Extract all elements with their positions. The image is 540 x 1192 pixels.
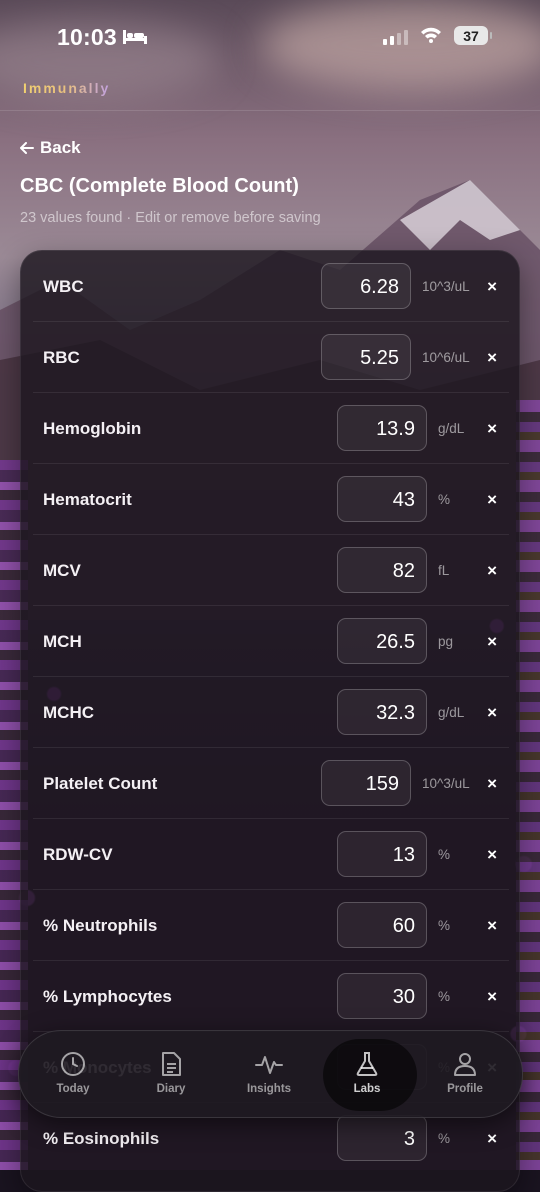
lab-value-row: MCV 82 fL × bbox=[21, 535, 519, 606]
lab-value-unit: 10^6/uL bbox=[422, 350, 470, 365]
tab-labs[interactable]: Labs bbox=[320, 1031, 417, 1117]
sleep-bed-icon bbox=[123, 30, 147, 44]
lab-value-unit: % bbox=[438, 847, 451, 862]
lab-value-unit: 10^3/uL bbox=[422, 776, 470, 791]
lab-value-input[interactable]: 43 bbox=[337, 476, 427, 522]
lab-value-label: Platelet Count bbox=[43, 774, 158, 793]
remove-value-button[interactable]: × bbox=[487, 890, 497, 961]
bottom-tab-bar: Today Diary Insights Labs Profile bbox=[18, 1030, 523, 1118]
lab-value-row: Hemoglobin 13.9 g/dL × bbox=[21, 393, 519, 464]
lab-value-unit: pg bbox=[438, 634, 454, 649]
lab-value-input[interactable]: 60 bbox=[337, 902, 427, 948]
lab-value-input[interactable]: 3 bbox=[337, 1115, 427, 1161]
lab-value-input[interactable]: 6.28 bbox=[321, 263, 411, 309]
lab-value-input[interactable]: 26.5 bbox=[337, 618, 427, 664]
lab-value-row: WBC 6.28 10^3/uL × bbox=[21, 251, 519, 322]
remove-value-button[interactable]: × bbox=[487, 748, 497, 819]
lab-value-input[interactable]: 13 bbox=[337, 831, 427, 877]
lab-value-row: MCHC 32.3 g/dL × bbox=[21, 677, 519, 748]
battery-indicator: 37 bbox=[454, 26, 492, 45]
lab-value-row: RBC 5.25 10^6/uL × bbox=[21, 322, 519, 393]
arrow-left-icon bbox=[20, 142, 34, 154]
header-divider bbox=[0, 110, 540, 111]
remove-value-button[interactable]: × bbox=[487, 322, 497, 393]
tab-label: Diary bbox=[156, 1083, 186, 1095]
remove-value-button[interactable]: × bbox=[487, 961, 497, 1032]
tab-label: Labs bbox=[353, 1083, 381, 1095]
page-title: CBC (Complete Blood Count) bbox=[20, 175, 299, 197]
lab-value-label: Hematocrit bbox=[43, 490, 132, 509]
lab-value-unit: % bbox=[438, 918, 451, 933]
lab-value-label: % Lymphocytes bbox=[43, 987, 172, 1006]
lab-value-unit: % bbox=[438, 989, 451, 1004]
lab-value-unit: fL bbox=[438, 563, 450, 578]
lab-value-input[interactable]: 82 bbox=[337, 547, 427, 593]
lab-value-unit: g/dL bbox=[438, 421, 465, 436]
lab-value-unit: g/dL bbox=[438, 705, 465, 720]
lab-value-row: Platelet Count 159 10^3/uL × bbox=[21, 748, 519, 819]
lab-value-row: RDW-CV 13% × bbox=[21, 819, 519, 890]
cellular-signal-icon bbox=[383, 30, 408, 45]
lab-value-label: Hemoglobin bbox=[43, 419, 142, 438]
remove-value-button[interactable]: × bbox=[487, 606, 497, 677]
lab-value-unit: % bbox=[438, 492, 451, 507]
tab-today[interactable]: Today bbox=[26, 1031, 120, 1117]
lab-value-label: MCV bbox=[43, 561, 81, 580]
remove-value-button[interactable]: × bbox=[487, 819, 497, 890]
remove-value-button[interactable]: × bbox=[487, 535, 497, 606]
tab-insights[interactable]: Insights bbox=[222, 1031, 316, 1117]
remove-value-button[interactable]: × bbox=[487, 464, 497, 535]
page-subtitle: 23 values found · Edit or remove before … bbox=[20, 210, 321, 226]
lab-value-label: WBC bbox=[43, 277, 84, 296]
tab-label: Insights bbox=[246, 1083, 292, 1095]
tab-label: Today bbox=[56, 1083, 90, 1095]
lab-value-label: RBC bbox=[43, 348, 80, 367]
status-time: 10:03 bbox=[57, 24, 117, 50]
tab-label: Profile bbox=[447, 1083, 483, 1095]
tab-profile[interactable]: Profile bbox=[418, 1031, 512, 1117]
lab-value-input[interactable]: 5.25 bbox=[321, 334, 411, 380]
status-bar: 10:03 37 bbox=[0, 0, 540, 76]
wifi-icon bbox=[421, 27, 441, 43]
app-brand: Immunally bbox=[23, 80, 111, 96]
lab-value-input[interactable]: 32.3 bbox=[337, 689, 427, 735]
lab-value-label: MCHC bbox=[43, 703, 94, 722]
remove-value-button[interactable]: × bbox=[487, 393, 497, 464]
lab-value-label: MCH bbox=[43, 632, 82, 651]
lab-value-row: % Neutrophils 60% × bbox=[21, 890, 519, 961]
remove-value-button[interactable]: × bbox=[487, 677, 497, 748]
lab-value-input[interactable]: 13.9 bbox=[337, 405, 427, 451]
remove-value-button[interactable]: × bbox=[487, 251, 497, 322]
lab-value-row: Hematocrit 43% × bbox=[21, 464, 519, 535]
lab-value-row: % Lymphocytes 30% × bbox=[21, 961, 519, 1032]
lab-value-unit: 10^3/uL bbox=[422, 279, 470, 294]
tab-diary[interactable]: Diary bbox=[124, 1031, 218, 1117]
lab-value-row: MCH 26.5 pg × bbox=[21, 606, 519, 677]
lab-value-label: RDW-CV bbox=[43, 845, 113, 864]
back-label: Back bbox=[40, 138, 81, 157]
lab-value-label: % Neutrophils bbox=[43, 916, 158, 935]
lab-value-input[interactable]: 30 bbox=[337, 973, 427, 1019]
back-button[interactable]: Back bbox=[20, 138, 81, 158]
lab-value-input[interactable]: 159 bbox=[321, 760, 411, 806]
